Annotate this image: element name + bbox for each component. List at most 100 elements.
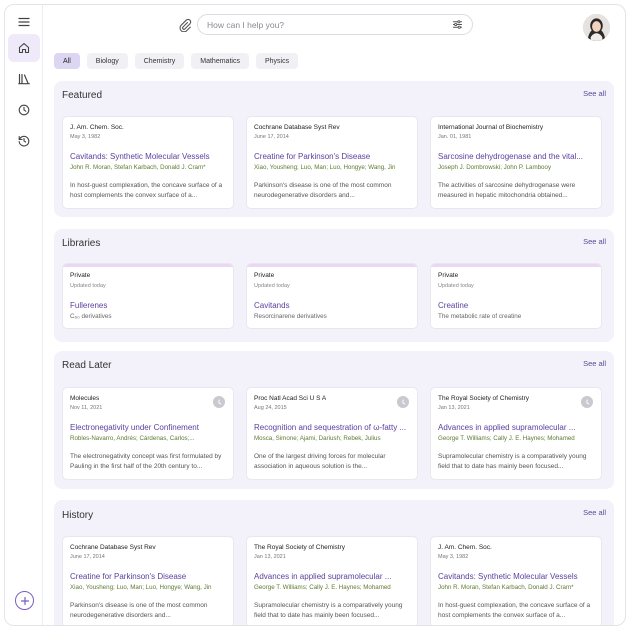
read-later-section: Read Later See all Molecules Nov 11, 202… — [54, 351, 614, 489]
menu-icon — [18, 17, 30, 27]
card-title[interactable]: Sarcosine dehydrogenase and the vital... — [438, 152, 594, 161]
app-window: All Biology Chemistry Mathematics Physic… — [4, 4, 626, 626]
library-updated: Updated today — [70, 283, 106, 289]
filter-chips: All Biology Chemistry Mathematics Physic… — [54, 53, 299, 69]
library-description: The metabolic rate of creatine — [438, 313, 522, 320]
library-description: C₆₀ derivatives — [70, 313, 112, 320]
paper-card[interactable]: The Royal Society of Chemistry Jan 13, 2… — [246, 536, 418, 625]
card-abstract: In host-guest complexation, the concave … — [438, 602, 591, 619]
chip-biology[interactable]: Biology — [86, 53, 128, 69]
card-authors: Xiao, Yousheng; Luo, Man; Luo, Hongye; W… — [70, 584, 212, 591]
card-date: Jan 13, 2021 — [254, 554, 286, 560]
add-button[interactable] — [15, 591, 34, 610]
library-updated: Updated today — [438, 283, 474, 289]
card-abstract: Supramolecular chemistry is a comparativ… — [254, 602, 403, 619]
paper-card[interactable]: Cochrane Database Syst Rev June 17, 2014… — [62, 536, 234, 625]
libraries-section: Libraries See all Private Updated today … — [54, 229, 614, 342]
paperclip-icon[interactable] — [178, 18, 192, 32]
card-abstract: Supramolecular chemistry is a comparativ… — [438, 453, 587, 470]
chip-chemistry[interactable]: Chemistry — [134, 53, 185, 69]
chip-mathematics[interactable]: Mathematics — [191, 53, 249, 69]
card-authors: Robles-Navarro, Andrés; Cárdenas, Carlos… — [70, 435, 195, 442]
card-title[interactable]: Recognition and sequestration of ω-fatty… — [254, 423, 410, 432]
card-journal: J. Am. Chem. Soc. — [70, 124, 124, 131]
card-title[interactable]: Advances in applied supramolecular ... — [438, 423, 594, 432]
avatar[interactable] — [583, 14, 610, 41]
history-section: History See all Cochrane Database Syst R… — [54, 500, 614, 625]
library-card[interactable]: Private Updated today Fullerenes C₆₀ der… — [62, 263, 234, 329]
card-authors: Mosca, Simone; Ajami, Dariush; Rebek, Ju… — [254, 435, 381, 442]
library-name[interactable]: Fullerenes — [70, 301, 226, 310]
card-journal: International Journal of Biochemistry — [438, 124, 544, 131]
library-card[interactable]: Private Updated today Creatine The metab… — [430, 263, 602, 329]
featured-section: Featured See all J. Am. Chem. Soc. May 3… — [54, 81, 614, 217]
card-title[interactable]: Cavitands: Synthetic Molecular Vessels — [438, 572, 594, 581]
paper-card[interactable]: The Royal Society of Chemistry Jan 13, 2… — [430, 387, 602, 480]
paper-card[interactable]: International Journal of Biochemistry Ja… — [430, 116, 602, 209]
card-title[interactable]: Cavitands: Synthetic Molecular Vessels — [70, 152, 226, 161]
library-name[interactable]: Creatine — [438, 301, 594, 310]
card-abstract: Parkinson's disease is one of the most c… — [254, 182, 392, 199]
card-journal: Molecules — [70, 395, 100, 402]
section-title: Read Later — [62, 360, 112, 371]
nav-read-later[interactable] — [8, 96, 40, 124]
library-icon — [18, 73, 30, 85]
card-date: Jan 13, 2021 — [438, 405, 470, 411]
card-authors: George T. Williams; Cally J. E. Haynes; … — [254, 584, 391, 591]
card-authors: George T. Williams; Cally J. E. Haynes; … — [438, 435, 575, 442]
menu-button[interactable] — [8, 8, 40, 36]
see-all-link[interactable]: See all — [583, 89, 606, 98]
chip-physics[interactable]: Physics — [255, 53, 299, 69]
card-date: May 3, 1982 — [70, 134, 101, 140]
paper-card[interactable]: Cochrane Database Syst Rev June 17, 2014… — [246, 116, 418, 209]
card-authors: Joseph J. Dombrowski; John P. Lambooy — [438, 164, 552, 171]
card-journal: J. Am. Chem. Soc. — [438, 544, 492, 551]
see-all-link[interactable]: See all — [583, 359, 606, 368]
library-updated: Updated today — [254, 283, 290, 289]
card-date: Aug 24, 2015 — [254, 405, 287, 411]
card-date: June 17, 2014 — [70, 554, 105, 560]
nav-history[interactable] — [8, 127, 40, 155]
section-title: Featured — [62, 90, 103, 101]
read-later-clock-icon[interactable] — [213, 396, 225, 408]
card-journal: Cochrane Database Syst Rev — [254, 124, 340, 131]
card-abstract: One of the largest driving forces for mo… — [254, 453, 386, 470]
card-title[interactable]: Advances in applied supramolecular ... — [254, 572, 410, 581]
sliders-icon[interactable] — [452, 19, 463, 30]
avatar-image — [583, 14, 610, 41]
library-privacy: Private — [438, 272, 459, 279]
search-bar — [197, 14, 473, 35]
card-abstract: The activities of sarcosine dehydrogenas… — [438, 182, 576, 199]
library-card[interactable]: Private Updated today Cavitands Resorcin… — [246, 263, 418, 329]
card-journal: The Royal Society of Chemistry — [254, 544, 346, 551]
nav-home[interactable] — [8, 34, 40, 62]
read-later-clock-icon[interactable] — [581, 396, 593, 408]
read-later-clock-icon[interactable] — [397, 396, 409, 408]
see-all-link[interactable]: See all — [583, 508, 606, 517]
card-date: June 17, 2014 — [254, 134, 289, 140]
card-date: May 3, 1982 — [438, 554, 469, 560]
chip-all[interactable]: All — [54, 53, 80, 69]
see-all-link[interactable]: See all — [583, 237, 606, 246]
paper-card[interactable]: J. Am. Chem. Soc. May 3, 1982 Cavitands:… — [430, 536, 602, 625]
card-journal: The Royal Society of Chemistry — [438, 395, 530, 402]
library-privacy: Private — [70, 272, 91, 279]
library-privacy: Private — [254, 272, 275, 279]
card-title[interactable]: Creatine for Parkinson's Disease — [70, 572, 226, 581]
library-name[interactable]: Cavitands — [254, 301, 410, 310]
card-journal: Cochrane Database Syst Rev — [70, 544, 156, 551]
paper-card[interactable]: J. Am. Chem. Soc. May 3, 1982 Cavitands:… — [62, 116, 234, 209]
paper-card[interactable]: Proc Natl Acad Sci U S A Aug 24, 2015 Re… — [246, 387, 418, 480]
history-icon — [18, 135, 30, 147]
search-input[interactable] — [207, 19, 452, 30]
paper-card[interactable]: Molecules Nov 11, 2021 Electronegativity… — [62, 387, 234, 480]
card-abstract: The electronegativity concept was first … — [70, 453, 222, 470]
card-title[interactable]: Electronegativity under Confinement — [70, 423, 226, 432]
nav-library[interactable] — [8, 65, 40, 93]
card-title[interactable]: Creatine for Parkinson's Disease — [254, 152, 410, 161]
home-icon — [18, 42, 30, 54]
card-authors: John R. Moran, Stefan Karbach, Donald J.… — [70, 164, 206, 171]
card-authors: John R. Moran, Stefan Karbach, Donald J.… — [438, 584, 574, 591]
card-abstract: In host-guest complexation, the concave … — [70, 182, 223, 199]
card-authors: Xiao, Yousheng; Luo, Man; Luo, Hongye; W… — [254, 164, 396, 171]
